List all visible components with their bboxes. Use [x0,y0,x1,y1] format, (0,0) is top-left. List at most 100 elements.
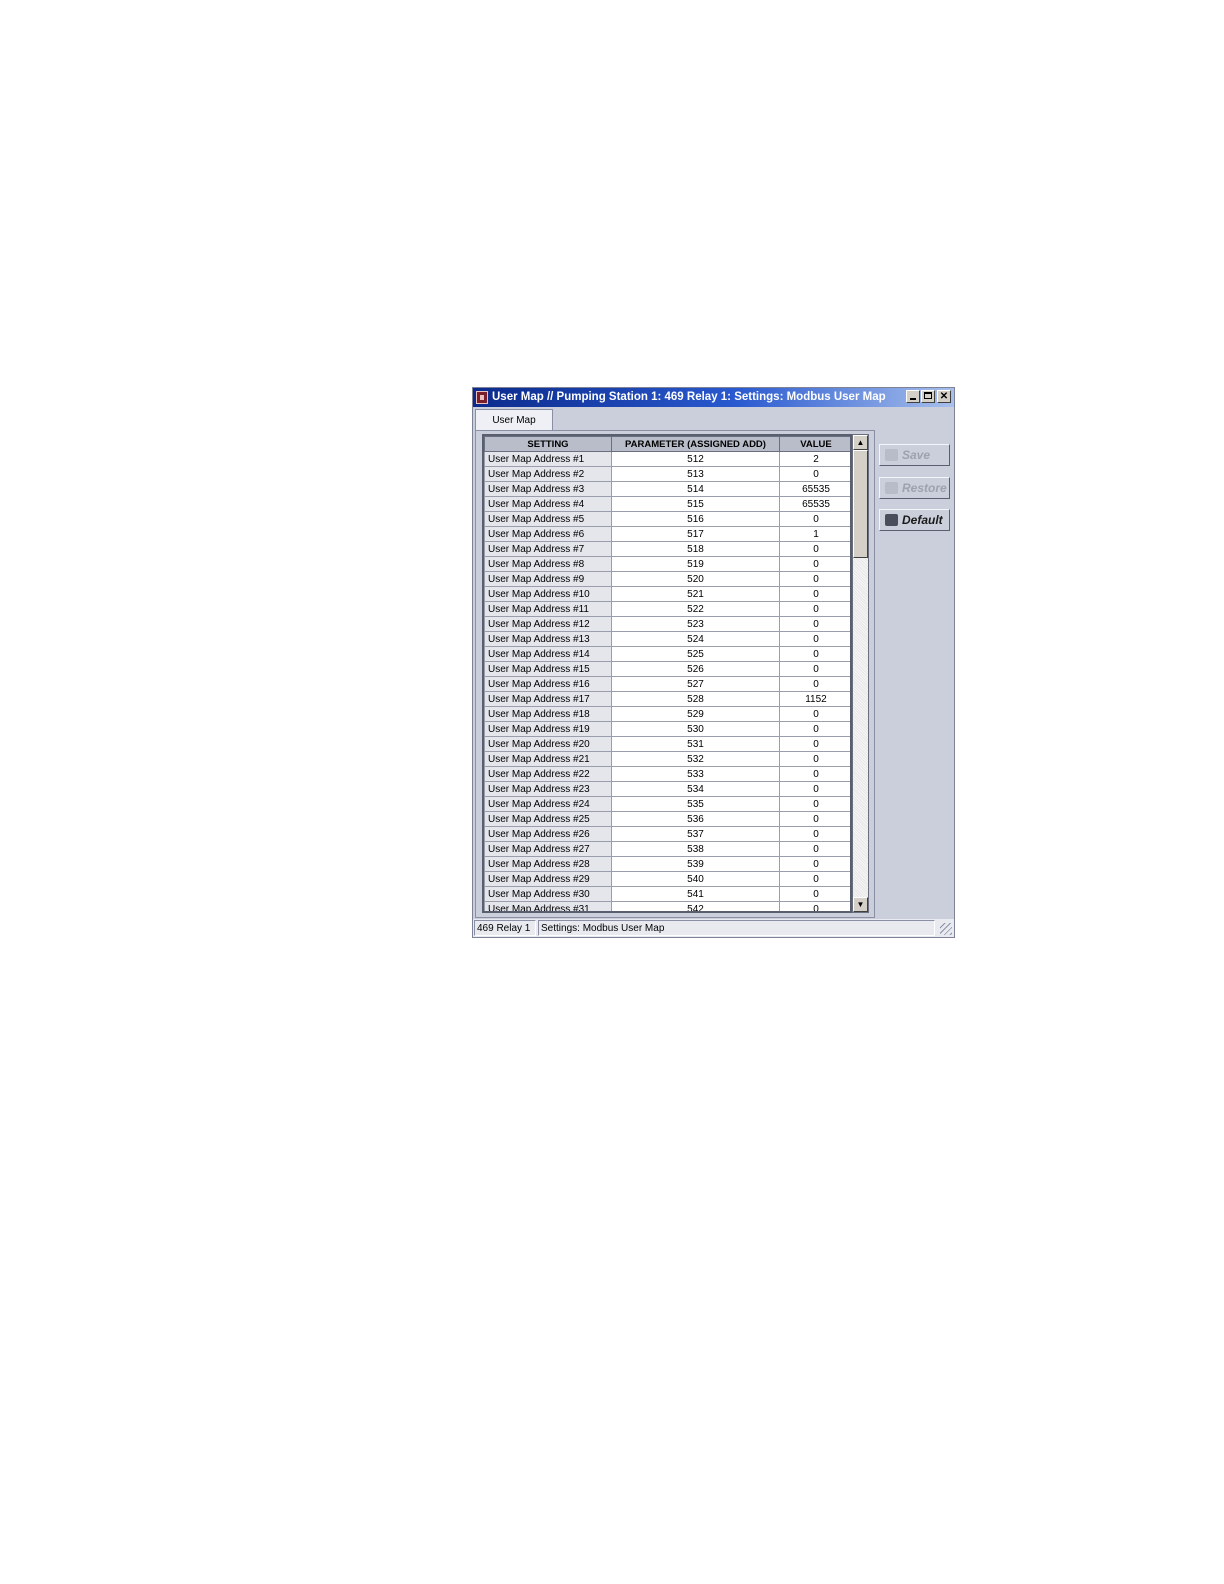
table-row[interactable]: User Map Address #31 542 0 [484,901,850,911]
value-cell[interactable]: 0 [779,601,850,617]
parameter-cell[interactable]: 531 [611,736,780,752]
parameter-cell[interactable]: 530 [611,721,780,737]
table-row[interactable]: User Map Address #14 525 0 [484,646,850,662]
table-row[interactable]: User Map Address #22 533 0 [484,766,850,782]
value-cell[interactable]: 0 [779,736,850,752]
table-row[interactable]: User Map Address #7 518 0 [484,541,850,557]
parameter-cell[interactable]: 536 [611,811,780,827]
table-row[interactable]: User Map Address #8 519 0 [484,556,850,572]
parameter-cell[interactable]: 542 [611,901,780,911]
parameter-cell[interactable]: 522 [611,601,780,617]
parameter-cell[interactable]: 514 [611,481,780,497]
table-row[interactable]: User Map Address #9 520 0 [484,571,850,587]
table-row[interactable]: User Map Address #23 534 0 [484,781,850,797]
parameter-cell[interactable]: 512 [611,451,780,467]
table-row[interactable]: User Map Address #30 541 0 [484,886,850,902]
parameter-cell[interactable]: 541 [611,886,780,902]
table-row[interactable]: User Map Address #3 514 65535 [484,481,850,497]
parameter-cell[interactable]: 538 [611,841,780,857]
value-cell[interactable]: 0 [779,511,850,527]
table-row[interactable]: User Map Address #11 522 0 [484,601,850,617]
parameter-cell[interactable]: 535 [611,796,780,812]
parameter-cell[interactable]: 520 [611,571,780,587]
parameter-cell[interactable]: 521 [611,586,780,602]
scroll-down-button[interactable]: ▼ [853,897,868,912]
table-row[interactable]: User Map Address #13 524 0 [484,631,850,647]
value-cell[interactable]: 65535 [779,496,850,512]
title-bar[interactable]: User Map // Pumping Station 1: 469 Relay… [473,388,954,407]
parameter-cell[interactable]: 525 [611,646,780,662]
value-cell[interactable]: 0 [779,571,850,587]
value-cell[interactable]: 0 [779,661,850,677]
minimize-button[interactable] [906,390,920,403]
table-row[interactable]: User Map Address #21 532 0 [484,751,850,767]
column-header-setting[interactable]: SETTING [484,436,612,452]
value-cell[interactable]: 0 [779,751,850,767]
parameter-cell[interactable]: 540 [611,871,780,887]
table-row[interactable]: User Map Address #6 517 1 [484,526,850,542]
value-cell[interactable]: 0 [779,766,850,782]
parameter-cell[interactable]: 534 [611,781,780,797]
value-cell[interactable]: 0 [779,841,850,857]
value-cell[interactable]: 2 [779,451,850,467]
value-cell[interactable]: 0 [779,721,850,737]
vertical-scrollbar[interactable]: ▲ ▼ [852,434,869,913]
parameter-cell[interactable]: 519 [611,556,780,572]
scroll-thumb[interactable] [853,450,868,558]
restore-button[interactable]: Restore [879,477,950,499]
value-cell[interactable]: 0 [779,781,850,797]
value-cell[interactable]: 0 [779,631,850,647]
value-cell[interactable]: 0 [779,871,850,887]
table-row[interactable]: User Map Address #25 536 0 [484,811,850,827]
parameter-cell[interactable]: 524 [611,631,780,647]
parameter-cell[interactable]: 516 [611,511,780,527]
value-cell[interactable]: 0 [779,586,850,602]
value-cell[interactable]: 0 [779,811,850,827]
column-header-value[interactable]: VALUE [779,436,850,452]
column-header-parameter[interactable]: PARAMETER (ASSIGNED ADD) [611,436,780,452]
parameter-cell[interactable]: 533 [611,766,780,782]
table-row[interactable]: User Map Address #10 521 0 [484,586,850,602]
default-button[interactable]: Default [879,509,950,531]
tab-user-map[interactable]: User Map [475,409,553,431]
parameter-cell[interactable]: 527 [611,676,780,692]
value-cell[interactable]: 0 [779,706,850,722]
parameter-cell[interactable]: 537 [611,826,780,842]
parameter-cell[interactable]: 517 [611,526,780,542]
maximize-button[interactable] [921,390,935,403]
value-cell[interactable]: 0 [779,826,850,842]
close-button[interactable]: ✕ [937,390,951,403]
table-row[interactable]: User Map Address #28 539 0 [484,856,850,872]
table-row[interactable]: User Map Address #29 540 0 [484,871,850,887]
save-button[interactable]: Save [879,444,950,466]
value-cell[interactable]: 1 [779,526,850,542]
table-row[interactable]: User Map Address #17 528 1152 [484,691,850,707]
table-row[interactable]: User Map Address #18 529 0 [484,706,850,722]
value-cell[interactable]: 1152 [779,691,850,707]
table-row[interactable]: User Map Address #27 538 0 [484,841,850,857]
parameter-cell[interactable]: 529 [611,706,780,722]
value-cell[interactable]: 0 [779,676,850,692]
value-cell[interactable]: 0 [779,901,850,911]
table-row[interactable]: User Map Address #20 531 0 [484,736,850,752]
table-row[interactable]: User Map Address #1 512 2 [484,451,850,467]
table-row[interactable]: User Map Address #2 513 0 [484,466,850,482]
parameter-cell[interactable]: 532 [611,751,780,767]
table-row[interactable]: User Map Address #19 530 0 [484,721,850,737]
parameter-cell[interactable]: 515 [611,496,780,512]
value-cell[interactable]: 0 [779,541,850,557]
table-row[interactable]: User Map Address #5 516 0 [484,511,850,527]
parameter-cell[interactable]: 539 [611,856,780,872]
value-cell[interactable]: 0 [779,556,850,572]
table-row[interactable]: User Map Address #12 523 0 [484,616,850,632]
parameter-cell[interactable]: 518 [611,541,780,557]
value-cell[interactable]: 0 [779,466,850,482]
value-cell[interactable]: 0 [779,886,850,902]
parameter-cell[interactable]: 526 [611,661,780,677]
table-row[interactable]: User Map Address #15 526 0 [484,661,850,677]
parameter-cell[interactable]: 523 [611,616,780,632]
value-cell[interactable]: 65535 [779,481,850,497]
value-cell[interactable]: 0 [779,616,850,632]
scroll-up-button[interactable]: ▲ [853,435,868,450]
table-row[interactable]: User Map Address #24 535 0 [484,796,850,812]
